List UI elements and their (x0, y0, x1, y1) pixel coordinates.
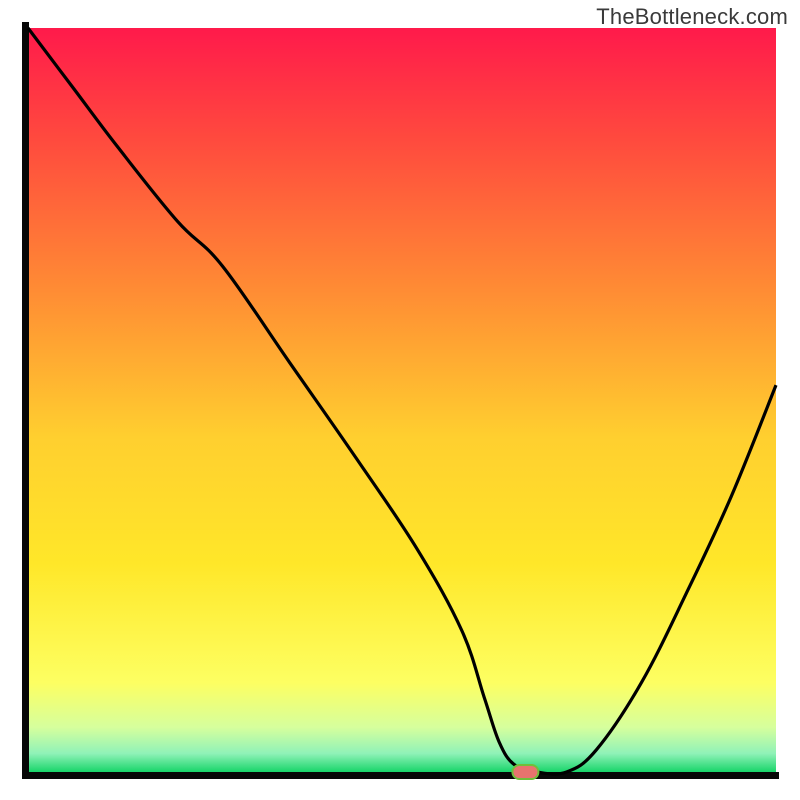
x-axis (22, 772, 779, 779)
optimal-marker (512, 765, 538, 779)
plot-area (28, 28, 776, 772)
optimal-marker-pill (512, 765, 538, 779)
gradient-background (28, 28, 776, 772)
chart-svg (0, 0, 800, 800)
bottleneck-chart: TheBottleneck.com (0, 0, 800, 800)
y-axis (22, 22, 29, 779)
watermark-label: TheBottleneck.com (596, 4, 788, 30)
